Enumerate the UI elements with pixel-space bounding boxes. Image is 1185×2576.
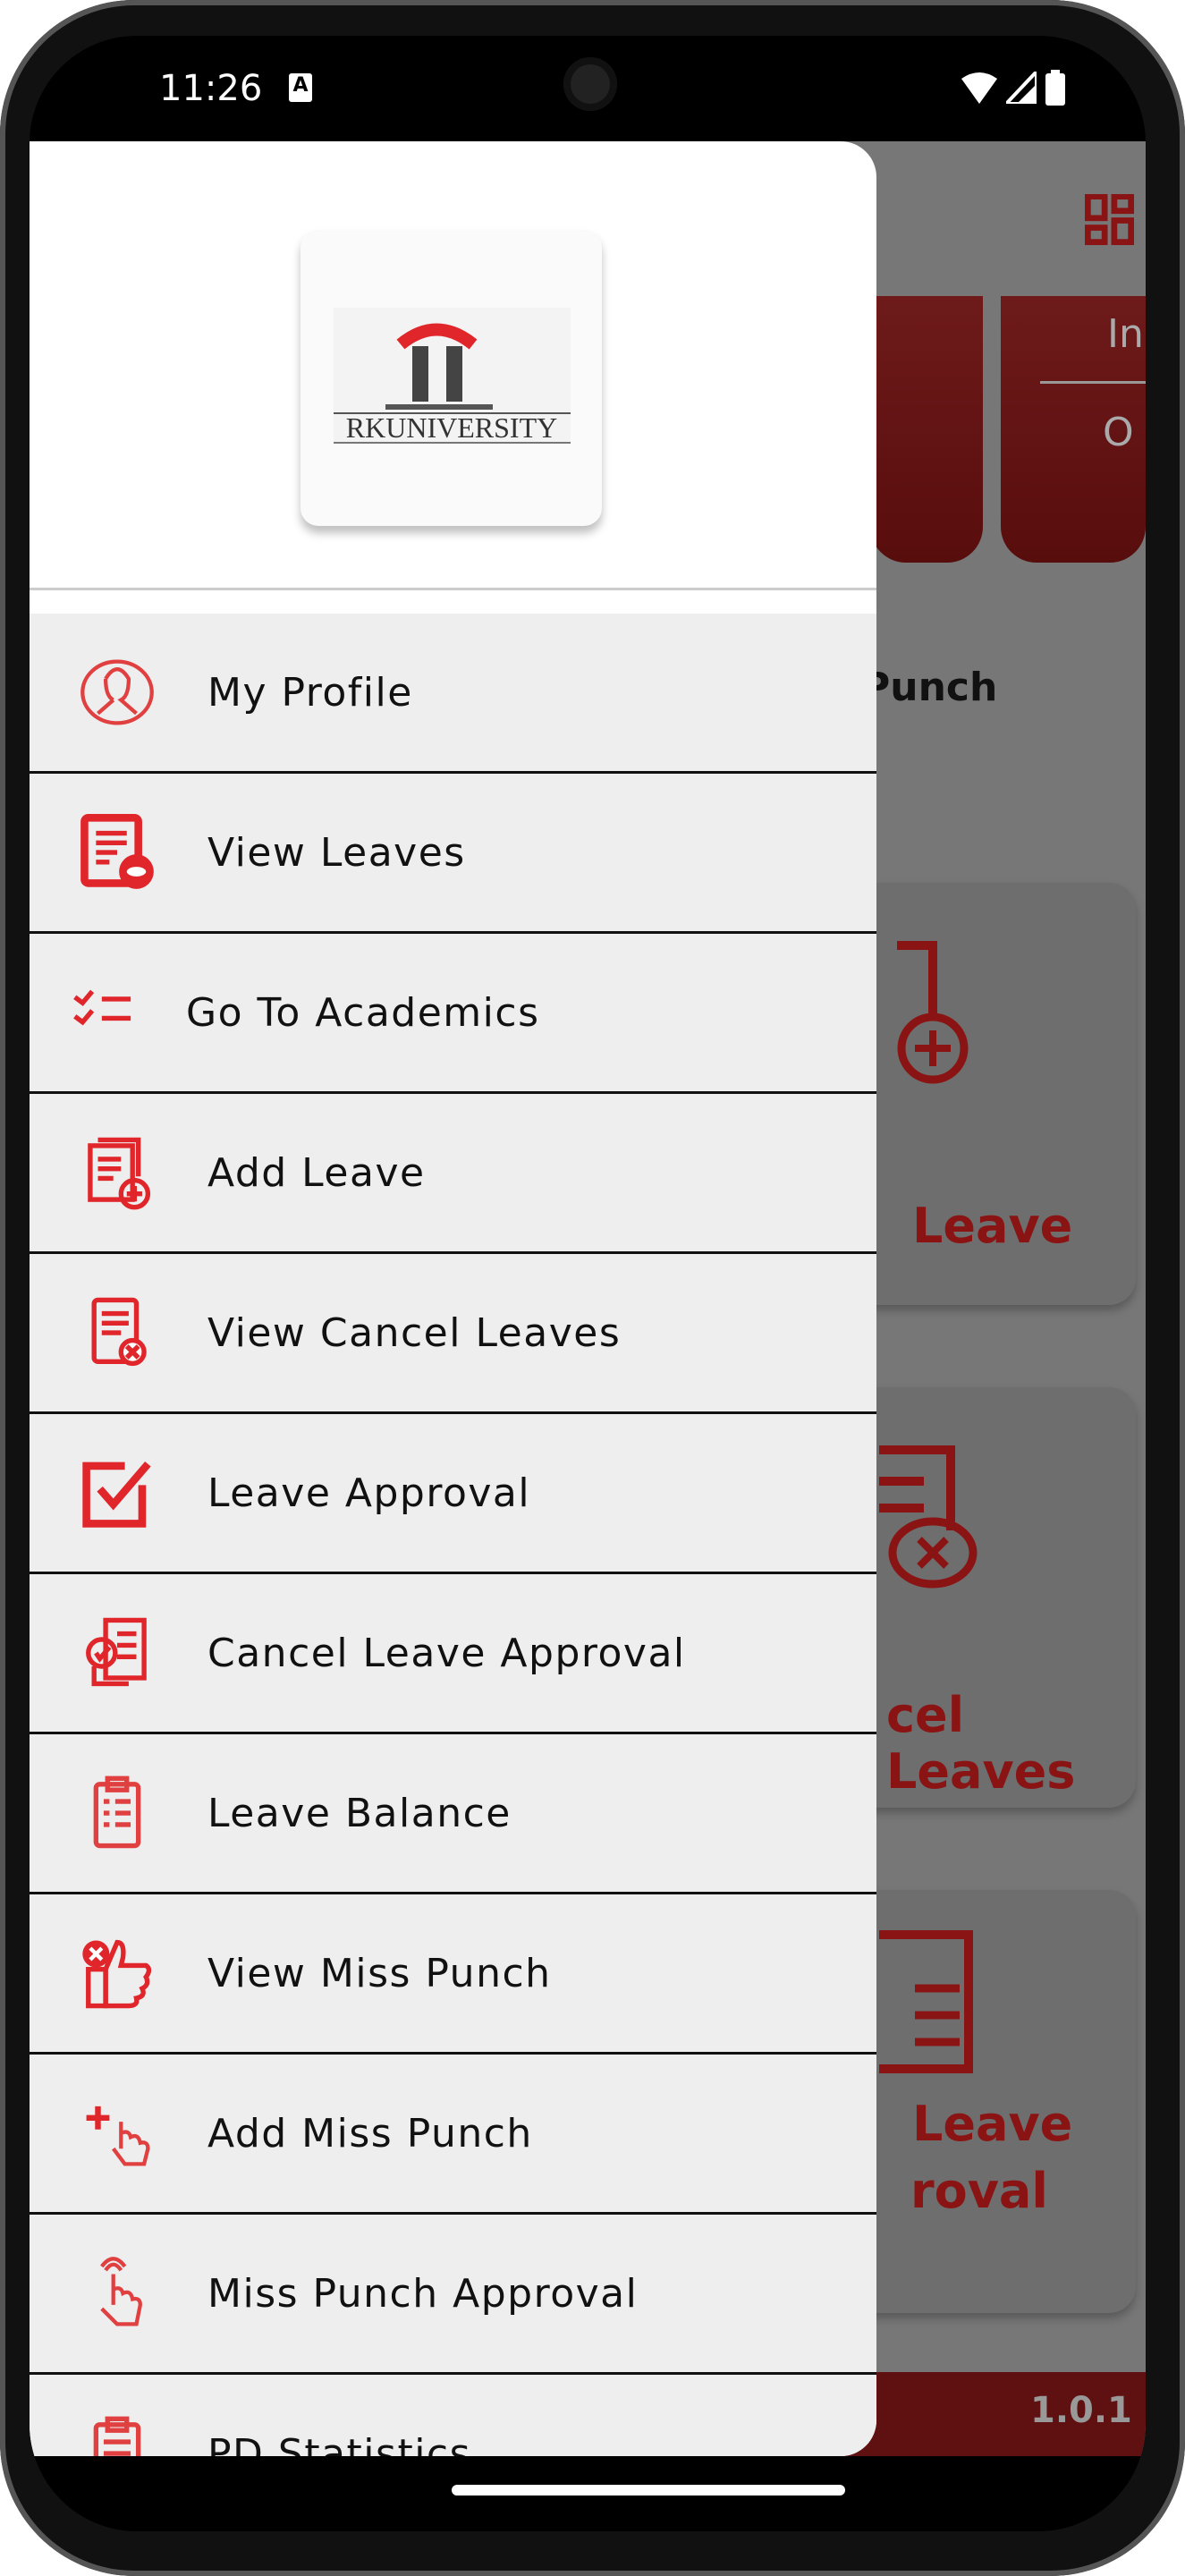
cancel-document-icon	[91, 1297, 147, 1367]
menu-item-add-leave[interactable]: Add Leave	[30, 1094, 876, 1254]
university-logo: RKUNIVERSITY	[300, 230, 602, 526]
cancel-document-icon	[879, 1445, 978, 1589]
grid-menu-icon[interactable]	[1085, 194, 1134, 247]
menu-item-add-miss-punch[interactable]: Add Miss Punch	[30, 2055, 876, 2215]
app-version: 1.0.1	[1030, 2390, 1132, 2431]
menu-item-leave-balance[interactable]: Leave Balance	[30, 1734, 876, 1894]
menu-item-pd-statistics[interactable]: PD Statistics	[30, 2375, 876, 2456]
menu-item-label: Add Miss Punch	[207, 2110, 533, 2157]
card-divider	[1040, 381, 1146, 384]
menu-item-leave-approval[interactable]: Leave Approval	[30, 1414, 876, 1574]
card-label: Leave	[912, 2096, 1073, 2152]
profile-icon	[80, 659, 154, 725]
menu-item-label: Miss Punch Approval	[207, 2270, 639, 2317]
menu-item-miss-punch-approval[interactable]: Miss Punch Approval	[30, 2215, 876, 2375]
card-label: cel Leaves	[886, 1687, 1076, 1800]
menu-item-label: Cancel Leave Approval	[207, 1630, 686, 1676]
checklist-icon	[73, 989, 131, 1026]
menu-item-label: My Profile	[207, 669, 413, 716]
signal-icon	[1006, 72, 1037, 104]
approval-document-icon	[879, 1930, 973, 2073]
card-label: Leave	[912, 1198, 1073, 1254]
wifi-icon	[961, 72, 997, 104]
menu-item-view-miss-punch[interactable]: View Miss Punch	[30, 1894, 876, 2055]
clipboard-icon	[93, 2416, 141, 2456]
camera-cutout	[563, 57, 617, 111]
rku-logo-image: RKUNIVERSITY	[334, 308, 571, 444]
menu-item-label: Leave Balance	[207, 1790, 512, 1836]
home-indicator[interactable]	[452, 2485, 845, 2496]
menu-item-label: Leave Approval	[207, 1470, 531, 1516]
out-label: O	[1103, 410, 1134, 455]
menu-item-go-to-academics[interactable]: Go To Academics	[30, 934, 876, 1094]
add-touch-icon	[86, 2106, 150, 2166]
status-bar: 11:26 A	[30, 36, 1146, 141]
battery-icon	[1045, 70, 1065, 106]
menu-item-label: PD Statistics	[207, 2430, 472, 2457]
menu-item-label: Add Leave	[207, 1149, 426, 1196]
status-time: 11:26	[159, 68, 263, 109]
menu-item-cancel-leave-approval[interactable]: Cancel Leave Approval	[30, 1574, 876, 1734]
checkbox-icon	[82, 1461, 151, 1528]
menu-item-my-profile[interactable]: My Profile	[30, 614, 876, 774]
view-document-icon	[80, 814, 154, 889]
approval-document-icon	[86, 1617, 147, 1687]
menu-item-label: View Miss Punch	[207, 1950, 552, 1996]
menu-item-label: Go To Academics	[186, 989, 540, 1036]
add-document-icon	[897, 941, 969, 1084]
touch-icon	[100, 2257, 142, 2326]
summary-card[interactable]	[870, 296, 983, 563]
phone-frame: 11:26 A In O Punch Leave cel Leaves Leav…	[0, 0, 1185, 2576]
add-document-icon	[88, 1137, 151, 1210]
header-divider	[30, 588, 876, 590]
clipboard-icon	[93, 1775, 141, 1849]
menu-item-view-cancel-leaves[interactable]: View Cancel Leaves	[30, 1254, 876, 1414]
menu-item-label: View Leaves	[207, 829, 466, 876]
navigation-drawer: RKUNIVERSITY My Profile View Leaves Go T…	[30, 141, 876, 2456]
thumbs-up-icon	[82, 1939, 152, 2009]
in-label: In	[1107, 311, 1144, 357]
notification-a-icon: A	[289, 73, 312, 102]
card-label: roval	[910, 2163, 1048, 2219]
menu-item-label: View Cancel Leaves	[207, 1309, 622, 1356]
screen: 11:26 A In O Punch Leave cel Leaves Leav…	[30, 36, 1146, 2531]
punch-label: Punch	[861, 665, 998, 710]
menu-item-view-leaves[interactable]: View Leaves	[30, 774, 876, 934]
svg-text:RKUNIVERSITY: RKUNIVERSITY	[346, 411, 557, 444]
drawer-menu: My Profile View Leaves Go To Academics A…	[30, 614, 876, 2456]
